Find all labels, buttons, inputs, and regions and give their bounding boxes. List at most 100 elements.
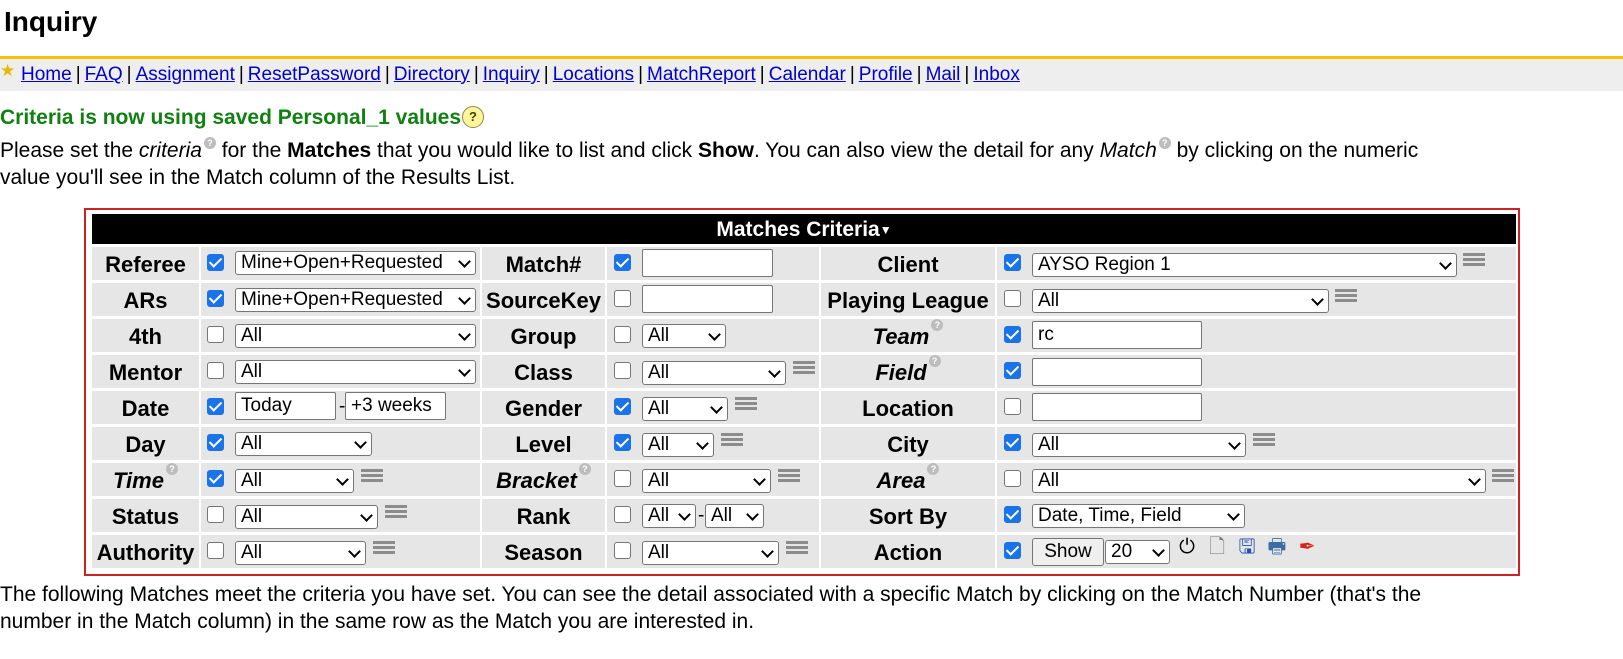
count-select[interactable]: 20	[1105, 540, 1170, 564]
time-select[interactable]: All	[235, 469, 354, 493]
status-checkbox[interactable]	[207, 506, 224, 523]
level-select[interactable]: All	[642, 433, 714, 457]
gender-checkbox[interactable]	[614, 398, 631, 415]
team-checkbox[interactable]	[1004, 326, 1021, 343]
bracket-checkbox[interactable]	[614, 470, 631, 487]
fourth-cell: All	[201, 319, 480, 352]
stack-icon[interactable]	[373, 539, 395, 561]
season-checkbox[interactable]	[614, 542, 631, 559]
area-checkbox[interactable]	[1004, 470, 1021, 487]
action-checkbox[interactable]	[1004, 542, 1021, 559]
sourcekey-input[interactable]	[642, 285, 773, 313]
help-icon[interactable]: ?	[462, 106, 485, 128]
group-select[interactable]: All	[642, 324, 726, 348]
dropdown-arrow-icon[interactable]: ▼	[880, 223, 892, 237]
rank-from-select[interactable]: All	[642, 504, 696, 528]
rank-checkbox[interactable]	[614, 506, 631, 523]
status-select[interactable]: All	[235, 505, 378, 529]
date-checkbox[interactable]	[207, 398, 224, 415]
nav-link-assignment[interactable]: Assignment	[136, 64, 235, 85]
nav-link-inbox[interactable]: Inbox	[973, 64, 1019, 85]
help-icon[interactable]: ?	[931, 319, 944, 331]
day-checkbox[interactable]	[207, 434, 224, 451]
label-sortby: Sort By	[821, 499, 995, 532]
stack-icon[interactable]	[735, 395, 757, 417]
group-checkbox[interactable]	[614, 326, 631, 343]
sortby-select[interactable]: Date, Time, Field	[1032, 504, 1245, 528]
save-icon[interactable]: 🖫	[1235, 535, 1259, 559]
nav-link-mail[interactable]: Mail	[926, 64, 961, 85]
help-icon[interactable]: ?	[165, 463, 178, 475]
authority-select[interactable]: All	[235, 541, 366, 565]
rank-to-select[interactable]: All	[705, 504, 764, 528]
mentor-checkbox[interactable]	[207, 362, 224, 379]
stack-icon[interactable]	[1492, 467, 1514, 489]
help-icon[interactable]: ?	[928, 355, 941, 367]
ars-checkbox[interactable]	[207, 290, 224, 307]
matchnum-checkbox[interactable]	[614, 254, 631, 271]
bracket-select[interactable]: All	[642, 469, 771, 493]
help-icon[interactable]: ?	[1158, 137, 1171, 149]
city-checkbox[interactable]	[1004, 434, 1021, 451]
stack-icon[interactable]	[1335, 287, 1357, 309]
stack-icon[interactable]	[1253, 431, 1275, 453]
date-from-input[interactable]: Today	[235, 392, 336, 420]
pdf-icon[interactable]: ✒	[1295, 535, 1319, 559]
help-icon[interactable]: ?	[927, 463, 940, 475]
class-checkbox[interactable]	[614, 362, 631, 379]
show-button[interactable]: Show	[1032, 538, 1104, 566]
stack-icon[interactable]	[786, 539, 808, 561]
stack-icon[interactable]	[385, 503, 407, 525]
location-checkbox[interactable]	[1004, 398, 1021, 415]
time-checkbox[interactable]	[207, 470, 224, 487]
playing-league-select[interactable]: All	[1032, 289, 1329, 313]
playing-league-checkbox[interactable]	[1004, 290, 1021, 307]
nav-link-matchreport[interactable]: MatchReport	[647, 64, 756, 85]
star-icon[interactable]: ★	[0, 62, 17, 79]
nav-link-locations[interactable]: Locations	[553, 64, 634, 85]
area-select[interactable]: All	[1032, 469, 1486, 493]
nav-link-calendar[interactable]: Calendar	[769, 64, 846, 85]
stack-icon[interactable]	[361, 467, 383, 489]
gender-select[interactable]: All	[642, 397, 728, 421]
print-icon[interactable]: 🖶	[1265, 535, 1289, 559]
matchnum-input[interactable]	[642, 249, 773, 277]
level-checkbox[interactable]	[614, 434, 631, 451]
nav-link-directory[interactable]: Directory	[394, 64, 470, 85]
authority-checkbox[interactable]	[207, 542, 224, 559]
sourcekey-checkbox[interactable]	[614, 290, 631, 307]
stack-icon[interactable]	[793, 359, 815, 381]
stack-icon[interactable]	[778, 467, 800, 489]
field-input[interactable]	[1032, 358, 1202, 386]
date-to-input[interactable]: +3 weeks	[345, 392, 446, 420]
client-select[interactable]: AYSO Region 1	[1032, 253, 1457, 277]
ars-select[interactable]: Mine+Open+Requested	[235, 288, 476, 312]
class-select[interactable]: All	[642, 361, 786, 385]
referee-select[interactable]: Mine+Open+Requested	[235, 251, 476, 275]
nav-link-faq[interactable]: FAQ	[85, 64, 123, 85]
document-icon[interactable]: 🗋	[1205, 535, 1229, 559]
client-checkbox[interactable]	[1004, 254, 1021, 271]
nav-link-home[interactable]: Home	[21, 64, 72, 85]
field-checkbox[interactable]	[1004, 362, 1021, 379]
referee-checkbox[interactable]	[207, 254, 224, 271]
stack-icon[interactable]	[721, 431, 743, 453]
location-input[interactable]	[1032, 393, 1202, 421]
stack-icon[interactable]	[1463, 251, 1485, 273]
team-input[interactable]: rc	[1032, 321, 1202, 349]
fourth-select[interactable]: All	[235, 324, 476, 348]
day-select[interactable]: All	[235, 432, 372, 456]
mentor-select[interactable]: All	[235, 360, 476, 384]
season-select[interactable]: All	[642, 541, 779, 565]
nav-separator: |	[543, 64, 549, 85]
fourth-checkbox[interactable]	[207, 326, 224, 343]
intro-criteria-term: criteria	[138, 139, 202, 162]
power-icon[interactable]: ⏻	[1175, 535, 1199, 559]
help-icon[interactable]: ?	[578, 463, 591, 475]
nav-link-resetpassword[interactable]: ResetPassword	[248, 64, 381, 85]
nav-link-profile[interactable]: Profile	[859, 64, 913, 85]
nav-link-inquiry[interactable]: Inquiry	[483, 64, 540, 85]
sortby-checkbox[interactable]	[1004, 506, 1021, 523]
help-icon[interactable]: ?	[203, 137, 216, 149]
city-select[interactable]: All	[1032, 433, 1246, 457]
